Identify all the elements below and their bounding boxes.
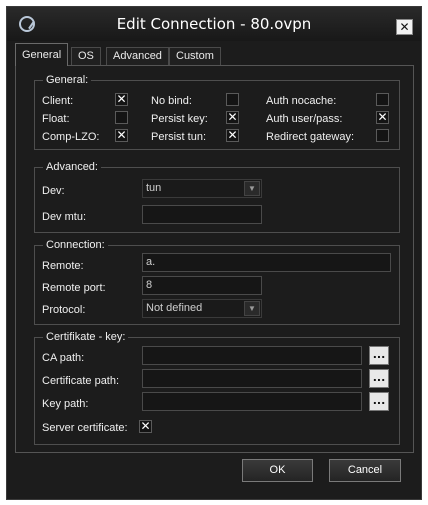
persist-key-checkbox[interactable]: ✕ xyxy=(226,111,239,124)
certificate-path-label: Certificate path: xyxy=(42,375,120,387)
remote-input[interactable]: a. xyxy=(142,253,391,272)
key-path-input[interactable] xyxy=(142,392,362,411)
ca-path-label: CA path: xyxy=(42,352,85,364)
persist-tun-checkbox[interactable]: ✕ xyxy=(226,129,239,142)
float-label: Float: xyxy=(42,113,70,125)
remote-label: Remote: xyxy=(42,260,84,272)
connection-group-title: Connection: xyxy=(43,239,108,251)
client-label: Client: xyxy=(42,95,74,107)
key-path-label: Key path: xyxy=(42,398,89,410)
no-bind-label: No bind: xyxy=(151,95,192,107)
no-bind-checkbox[interactable] xyxy=(226,93,239,106)
cancel-button[interactable]: Cancel xyxy=(329,459,401,482)
auth-user-pass-label: Auth user/pass: xyxy=(266,113,343,125)
server-certificate-label: Server certificate: xyxy=(42,422,128,434)
general-group-title: General: xyxy=(43,74,92,86)
certificate-path-input[interactable] xyxy=(142,369,362,388)
dev-mtu-label: Dev mtu: xyxy=(42,211,87,223)
ca-path-browse-button[interactable]: ... xyxy=(369,346,389,365)
tab-custom-header[interactable]: Custom Header xyxy=(169,47,221,79)
redirect-gateway-label: Redirect gateway: xyxy=(266,131,355,143)
protocol-select-value: Not defined xyxy=(146,302,203,314)
remote-port-input[interactable]: 8 xyxy=(142,276,262,295)
dev-label: Dev: xyxy=(42,185,65,197)
protocol-label: Protocol: xyxy=(42,304,86,316)
comp-lzo-checkbox[interactable]: ✕ xyxy=(115,129,128,142)
protocol-select[interactable]: Not defined ▼ xyxy=(142,299,262,318)
key-path-browse-button[interactable]: ... xyxy=(369,392,389,411)
redirect-gateway-checkbox[interactable] xyxy=(376,129,389,142)
certificate-group-title: Certifikate - key: xyxy=(43,331,129,343)
tab-panel-general: General: Client: ✕ Float: Comp-LZO: ✕ No… xyxy=(15,65,414,453)
server-certificate-checkbox[interactable]: ✕ xyxy=(139,420,152,433)
connection-group: Connection: Remote: a. Remote port: 8 Pr… xyxy=(34,239,400,325)
edit-connection-dialog: Edit Connection - 80.ovpn ✕ General OS A… xyxy=(6,6,422,500)
float-checkbox[interactable] xyxy=(115,111,128,124)
general-group: General: Client: ✕ Float: Comp-LZO: ✕ No… xyxy=(34,74,400,150)
remote-port-label: Remote port: xyxy=(42,282,106,294)
dev-select-value: tun xyxy=(146,182,162,194)
tab-general[interactable]: General xyxy=(15,43,69,66)
persist-key-label: Persist key: xyxy=(151,113,208,125)
advanced-group: Advanced: Dev: tun ▼ Dev mtu: xyxy=(34,161,400,233)
ok-button[interactable]: OK xyxy=(242,459,313,482)
ca-path-input[interactable] xyxy=(142,346,362,365)
close-button[interactable]: ✕ xyxy=(396,19,413,35)
advanced-group-title: Advanced: xyxy=(43,161,101,173)
certificate-group: Certifikate - key: CA path: ... Certific… xyxy=(34,331,400,445)
client-checkbox[interactable]: ✕ xyxy=(115,93,128,106)
tab-os[interactable]: OS xyxy=(71,47,101,65)
auth-nocache-label: Auth nocache: xyxy=(266,95,337,107)
certificate-path-browse-button[interactable]: ... xyxy=(369,369,389,388)
dialog-title: Edit Connection - 80.ovpn xyxy=(116,15,312,33)
auth-nocache-checkbox[interactable] xyxy=(376,93,389,106)
dev-select[interactable]: tun ▼ xyxy=(142,179,262,198)
auth-user-pass-checkbox[interactable]: ✕ xyxy=(376,111,389,124)
persist-tun-label: Persist tun: xyxy=(151,131,207,143)
protocol-dropdown-icon[interactable]: ▼ xyxy=(244,301,260,316)
tab-advanced[interactable]: Advanced xyxy=(106,47,169,65)
title-bar: Edit Connection - 80.ovpn ✕ xyxy=(7,7,421,41)
dev-mtu-input[interactable] xyxy=(142,205,262,224)
comp-lzo-label: Comp-LZO: xyxy=(42,131,100,143)
dev-dropdown-icon[interactable]: ▼ xyxy=(244,181,260,196)
